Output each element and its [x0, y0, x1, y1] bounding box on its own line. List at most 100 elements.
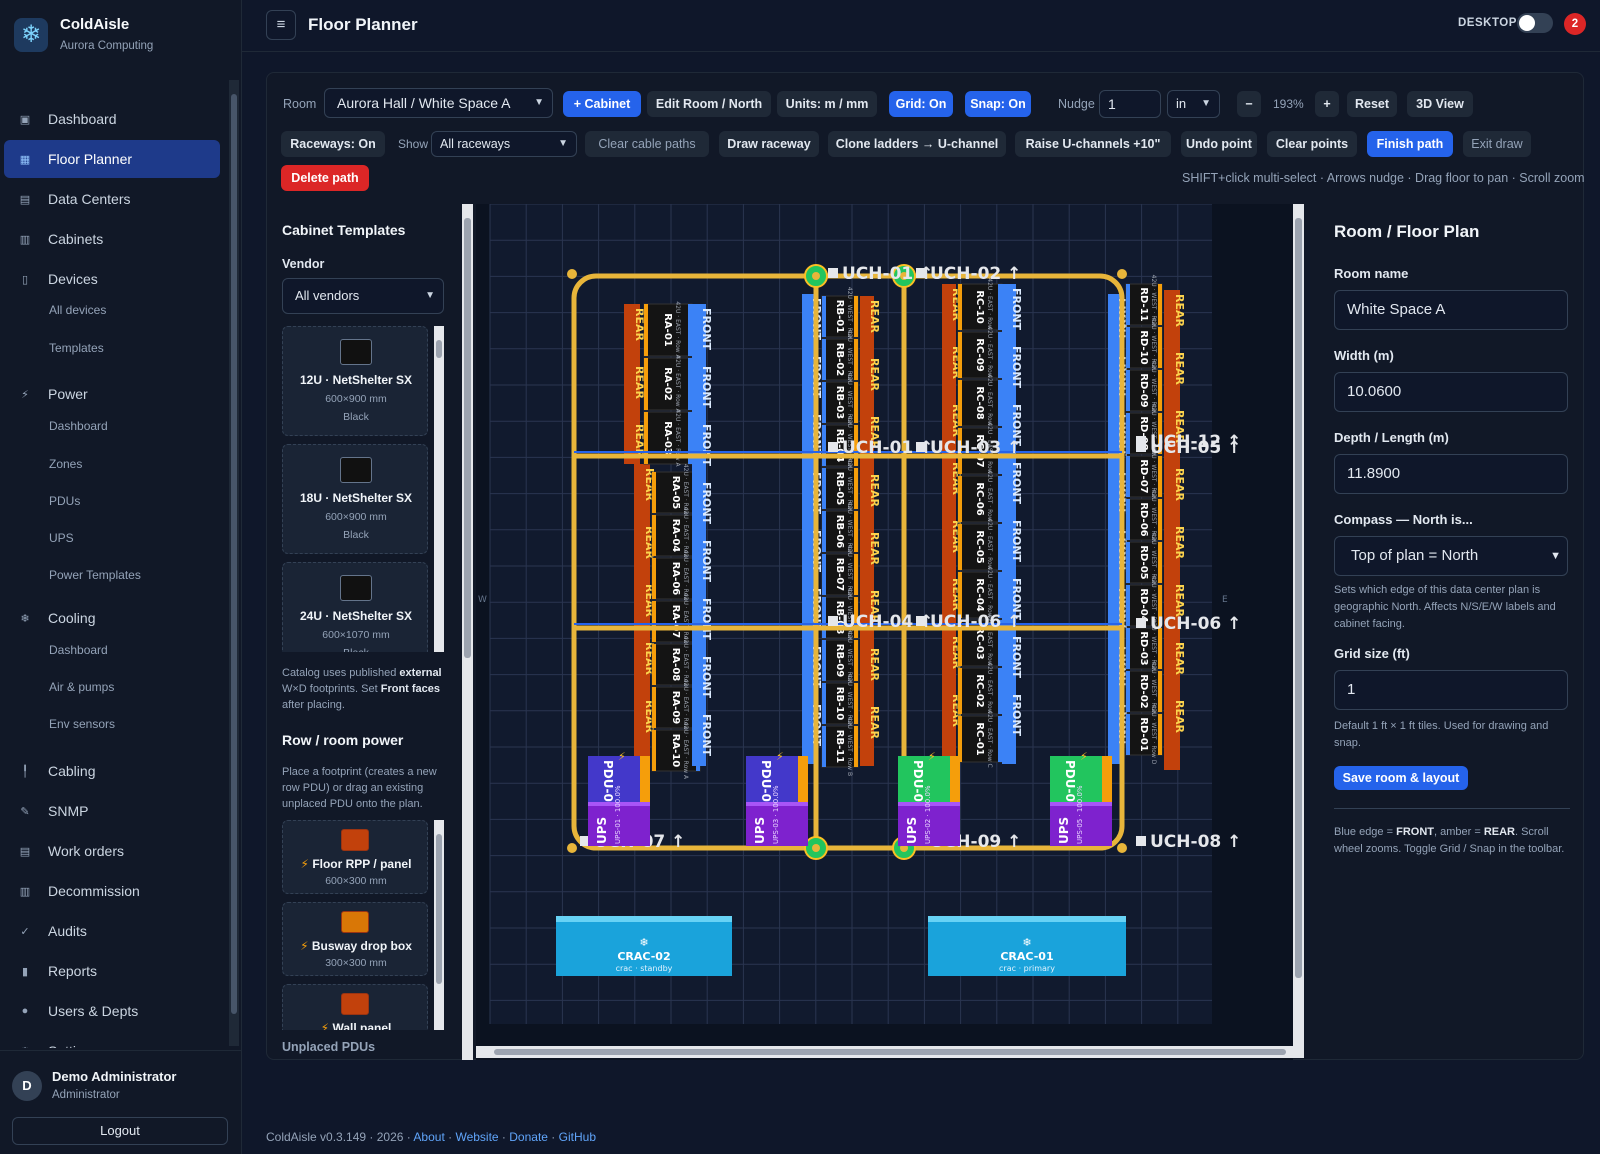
3d-view-button[interactable]: 3D View	[1407, 91, 1473, 117]
cabinet-label[interactable]: RB-05	[834, 472, 845, 505]
finish-path-button[interactable]: Finish path	[1367, 131, 1453, 157]
sidebar-item-audits[interactable]: ✓ Audits	[4, 912, 220, 950]
cabinet-front-edge[interactable]	[1126, 542, 1130, 583]
github-link[interactable]: GitHub	[559, 1130, 596, 1144]
clear-cable-paths-button[interactable]: Clear cable paths	[585, 131, 709, 157]
cabinet-front-edge[interactable]	[998, 716, 1002, 762]
sidebar-item-reports[interactable]: ▮ Reports	[4, 952, 220, 990]
cabinet-front-edge[interactable]	[822, 425, 826, 466]
cabinet-label[interactable]: RC-09	[974, 338, 985, 371]
cabinet-rear-edge[interactable]	[958, 524, 962, 570]
cabinet-label[interactable]: RC-01	[974, 722, 985, 755]
menu-icon[interactable]: ≡	[266, 10, 296, 40]
cabinet-label[interactable]: RD-07	[1138, 459, 1149, 493]
cabinet-ra-03[interactable]: RA-03 42U · EAST · Row A	[643, 409, 693, 468]
save-room-button[interactable]: Save room & layout	[1334, 766, 1468, 790]
cabinet-label[interactable]: RC-02	[974, 674, 985, 707]
vendor-select[interactable]: All vendors ▼	[282, 278, 444, 314]
cabinet-front-edge[interactable]	[822, 554, 826, 595]
cabinet-rear-edge[interactable]	[1158, 499, 1162, 540]
cabinet-sublabel[interactable]: 42U · WEST · Row B	[846, 717, 853, 776]
cabinet-front-edge[interactable]	[1126, 370, 1130, 411]
cabinet-rear-edge[interactable]	[958, 668, 962, 714]
sidebar-subitem-pdus[interactable]: PDUs	[49, 494, 80, 508]
canvas-vertical-scrollbar[interactable]	[1293, 204, 1304, 1046]
cabinet-label[interactable]: RB-06	[834, 515, 845, 548]
cabinet-rear-edge[interactable]	[1158, 327, 1162, 368]
cabinet-rear-edge[interactable]	[652, 601, 656, 642]
cabinet-front-edge[interactable]	[998, 284, 1002, 330]
cabinet-label[interactable]: RA-05	[670, 476, 681, 510]
cabinet-row[interactable]: RD-11 42U · WEST · Row DRD-10 42U · WEST ·…	[1125, 275, 1163, 765]
sidebar-item-cabling[interactable]: ╿ Cabling	[4, 752, 220, 790]
nudge-input[interactable]: 1	[1099, 90, 1161, 118]
cabinet-sublabel[interactable]: 42U · EAST · Row A	[674, 409, 681, 467]
nudge-unit-select[interactable]: in ▼	[1167, 90, 1220, 118]
clear-points-button[interactable]: Clear points	[1267, 131, 1357, 157]
cabinet-label[interactable]: RA-03	[662, 421, 673, 455]
draw-raceway-button[interactable]: Draw raceway	[719, 131, 819, 157]
undo-point-button[interactable]: Undo point	[1181, 131, 1257, 157]
cabinet-label[interactable]: RA-06	[670, 562, 681, 596]
cabinet-rc-08[interactable]: RC-08 42U · EAST · Row C	[957, 374, 1003, 432]
cabinet-rear-edge[interactable]	[652, 515, 656, 556]
delete-path-button[interactable]: Delete path	[281, 165, 369, 191]
cabinet-label[interactable]: RD-09	[1138, 373, 1149, 407]
cabinet-ra-02[interactable]: RA-02 42U · EAST · Row A	[643, 355, 693, 414]
cabinet-front-edge[interactable]	[688, 358, 692, 410]
cabinet-row[interactable]: RB-01 42U · WEST · Row BRB-02 42U · WEST ·…	[821, 287, 859, 776]
sidebar-subitem-zones[interactable]: Zones	[49, 457, 82, 471]
sidebar-item-settings[interactable]: ⚙ Settings	[4, 1032, 220, 1048]
desktop-mode-toggle[interactable]	[1517, 13, 1553, 33]
cabinet-front-edge[interactable]	[1126, 671, 1130, 712]
cabinet-rear-edge[interactable]	[652, 472, 656, 513]
cabinet-front-edge[interactable]	[1126, 499, 1130, 540]
compass-select[interactable]: Top of plan = North ▼	[1334, 536, 1568, 576]
cabinet-label[interactable]: RD-04	[1138, 588, 1149, 622]
cabinet-rc-10[interactable]: RC-10 42U · EAST · Row C	[957, 278, 1003, 336]
cabinet-label[interactable]: RA-09	[670, 691, 681, 725]
cabinet-label[interactable]: RB-10	[834, 687, 845, 720]
sidebar-item-dashboard[interactable]: ▣ Dashboard	[4, 100, 220, 138]
add-cabinet-button[interactable]: + Cabinet	[563, 91, 641, 117]
cabinet-label[interactable]: RB-09	[834, 644, 845, 677]
cabinet-front-edge[interactable]	[822, 726, 826, 767]
logout-button[interactable]: Logout	[12, 1117, 228, 1145]
cabinet-template-card[interactable]: 12U · NetShelter SX 600×900 mm Black	[282, 326, 428, 436]
cabinet-rear-edge[interactable]	[854, 726, 858, 767]
cabinet-label[interactable]: RA-04	[670, 519, 681, 553]
cabinet-front-edge[interactable]	[1126, 714, 1130, 755]
cabinet-rear-edge[interactable]	[854, 339, 858, 380]
edit-room-button[interactable]: Edit Room / North	[647, 91, 771, 117]
cabinet-rc-01[interactable]: RC-01 42U · EAST · Row C	[957, 710, 1003, 768]
cabinet-label[interactable]: RC-10	[974, 290, 985, 323]
brand[interactable]: ❄ ColdAisle Aurora Computing	[14, 16, 234, 60]
cabinet-label[interactable]: RA-10	[670, 734, 681, 768]
about-link[interactable]: About	[413, 1130, 444, 1144]
cabinet-rear-edge[interactable]	[1158, 542, 1162, 583]
cabinet-label[interactable]: RA-07	[670, 605, 681, 639]
cabinet-sublabel[interactable]: 42U · WEST · Row D	[1150, 705, 1157, 765]
cabinet-front-edge[interactable]	[688, 304, 692, 356]
floor-plan-canvas[interactable]: W E REAR REAR REAR REAR REAR REAR REAR REAR RA-01 4…	[476, 204, 1293, 1060]
cabinet-front-edge[interactable]	[822, 511, 826, 552]
sidebar-item-data-centers[interactable]: ▤ Data Centers	[4, 180, 220, 218]
cabinet-rear-edge[interactable]	[652, 687, 656, 728]
cabinet-row[interactable]: RA-01 42U · EAST · Row ARA-02 42U · EAST ·…	[643, 301, 693, 468]
reset-view-button[interactable]: Reset	[1347, 91, 1397, 117]
donate-link[interactable]: Donate	[509, 1130, 548, 1144]
cabinet-front-edge[interactable]	[822, 382, 826, 423]
cabinet-label[interactable]: RD-05	[1138, 545, 1149, 579]
cabinet-label[interactable]: RC-06	[974, 482, 985, 515]
cabinet-rear-edge[interactable]	[854, 640, 858, 681]
cabinet-label[interactable]: RA-01	[662, 313, 673, 347]
cabinet-front-edge[interactable]	[822, 683, 826, 724]
cabinet-ra-01[interactable]: RA-01 42U · EAST · Row A	[643, 301, 693, 360]
power-template-card[interactable]: ⚡ Busway drop box 300×300 mm	[282, 902, 428, 976]
cabinet-rear-edge[interactable]	[1158, 628, 1162, 669]
cabinet-front-edge[interactable]	[1126, 628, 1130, 669]
sidebar-subitem-dashboard[interactable]: Dashboard	[49, 643, 108, 657]
cabinet-rear-edge[interactable]	[854, 511, 858, 552]
cabinet-label[interactable]: RD-11	[1138, 287, 1149, 321]
cabinet-rear-edge[interactable]	[958, 380, 962, 426]
